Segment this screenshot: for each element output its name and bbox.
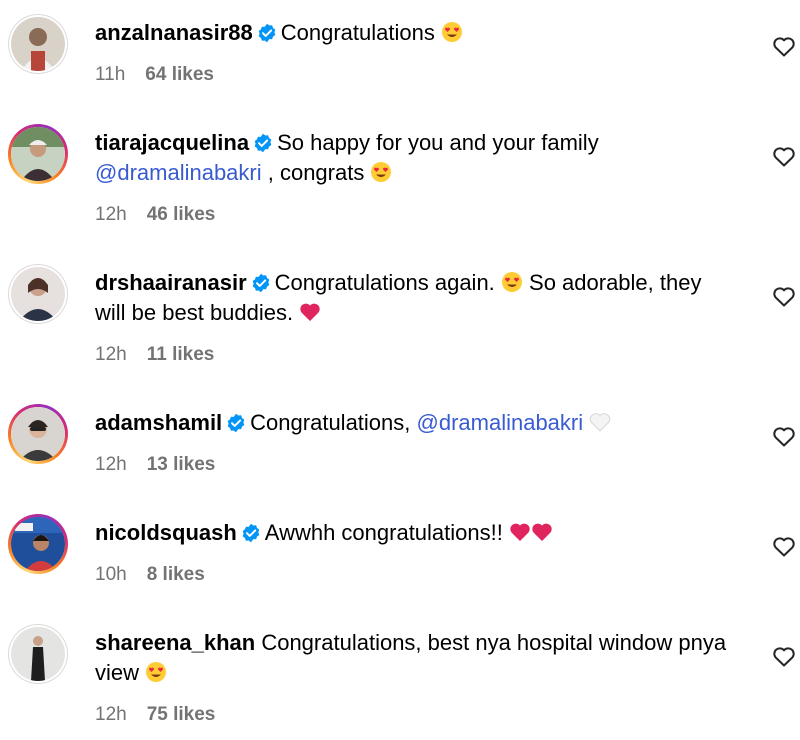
username[interactable]: tiarajacquelina: [95, 130, 249, 155]
like-button[interactable]: [772, 35, 796, 57]
avatar[interactable]: [8, 14, 68, 74]
like-button[interactable]: [772, 285, 796, 307]
heart-outline-icon: [773, 537, 795, 557]
username[interactable]: anzalnanasir88: [95, 20, 253, 45]
likes-count[interactable]: 11 likes: [147, 344, 215, 365]
comment-body: Congratulations,: [250, 410, 417, 435]
verified-badge-icon: [257, 23, 277, 43]
comment-meta: 12h 13 likes: [95, 454, 215, 476]
avatar-image: [11, 407, 65, 461]
red-heart-emoji-icon: [299, 301, 321, 323]
comment-body: Congratulations again.: [274, 270, 501, 295]
avatar-image: [11, 517, 65, 571]
red-heart-emoji-icon: [531, 521, 553, 543]
timestamp[interactable]: 12h: [95, 704, 127, 725]
comment-item: anzalnanasir88 Congratulations 11h 64 like…: [0, 14, 800, 124]
like-button[interactable]: [772, 145, 796, 167]
heart-eyes-emoji-icon: [370, 161, 392, 183]
comment-text: drshaairanasir Congratulations again. So …: [95, 268, 735, 328]
avatar[interactable]: [8, 264, 68, 324]
comment-item: shareena_khan Congratulations, best nya …: [0, 624, 800, 734]
comment-body: Awwhh congratulations!!: [264, 520, 509, 545]
username[interactable]: drshaairanasir: [95, 270, 247, 295]
white-heart-emoji-icon: [589, 411, 611, 433]
likes-count[interactable]: 8 likes: [147, 564, 205, 585]
mention-link[interactable]: @dramalinabakri: [417, 410, 584, 435]
verified-badge-icon: [226, 413, 246, 433]
comment-meta: 12h 11 likes: [95, 344, 214, 366]
verified-badge-icon: [241, 523, 261, 543]
red-heart-emoji-icon: [509, 521, 531, 543]
likes-count[interactable]: 75 likes: [147, 704, 216, 725]
likes-count[interactable]: 46 likes: [147, 204, 216, 225]
heart-outline-icon: [773, 647, 795, 667]
heart-outline-icon: [773, 427, 795, 447]
timestamp[interactable]: 12h: [95, 344, 127, 365]
like-button[interactable]: [772, 645, 796, 667]
mention-link[interactable]: @dramalinabakri: [95, 160, 262, 185]
likes-count[interactable]: 13 likes: [147, 454, 216, 475]
comment-body: Congratulations: [280, 20, 441, 45]
username[interactable]: nicoldsquash: [95, 520, 237, 545]
avatar-image: [11, 627, 65, 681]
comment-meta: 10h 8 likes: [95, 564, 205, 586]
comment-body: So happy for you and your family: [277, 130, 599, 155]
avatar-with-story-ring[interactable]: [8, 514, 68, 574]
heart-eyes-emoji-icon: [441, 21, 463, 43]
comment-text: adamshamil Congratulations, @dramalinabak…: [95, 408, 735, 438]
avatar[interactable]: [8, 624, 68, 684]
avatar-image: [11, 127, 65, 181]
heart-eyes-emoji-icon: [501, 271, 523, 293]
comment-item: drshaairanasir Congratulations again. So …: [0, 264, 800, 374]
comment-text: shareena_khan Congratulations, best nya …: [95, 628, 735, 688]
heart-outline-icon: [773, 147, 795, 167]
comment-item: adamshamil Congratulations, @dramalinabak…: [0, 404, 800, 514]
verified-badge-icon: [251, 273, 271, 293]
heart-outline-icon: [773, 37, 795, 57]
verified-badge-icon: [253, 133, 273, 153]
comments-list: anzalnanasir88 Congratulations 11h 64 like…: [0, 0, 800, 740]
comment-meta: 11h 64 likes: [95, 64, 214, 86]
comment-item: tiarajacquelina So happy for you and your…: [0, 124, 800, 234]
timestamp[interactable]: 11h: [95, 64, 125, 85]
comment-meta: 12h 75 likes: [95, 704, 215, 726]
comment-meta: 12h 46 likes: [95, 204, 215, 226]
avatar-with-story-ring[interactable]: [8, 404, 68, 464]
timestamp[interactable]: 12h: [95, 454, 127, 475]
comment-body-cont: , congrats: [261, 160, 371, 185]
comment-item: nicoldsquash Awwhh congratulations!! 10h 8…: [0, 514, 800, 624]
username[interactable]: adamshamil: [95, 410, 222, 435]
heart-eyes-emoji-icon: [145, 661, 167, 683]
heart-outline-icon: [773, 287, 795, 307]
comment-text: nicoldsquash Awwhh congratulations!!: [95, 518, 735, 548]
timestamp[interactable]: 12h: [95, 204, 127, 225]
comment-text: tiarajacquelina So happy for you and your…: [95, 128, 735, 188]
likes-count[interactable]: 64 likes: [145, 64, 214, 85]
comment-text: anzalnanasir88 Congratulations: [95, 18, 735, 48]
like-button[interactable]: [772, 535, 796, 557]
avatar-image: [11, 267, 65, 321]
avatar-image: [11, 17, 65, 71]
avatar-with-story-ring[interactable]: [8, 124, 68, 184]
timestamp[interactable]: 10h: [95, 564, 127, 585]
username[interactable]: shareena_khan: [95, 630, 255, 655]
like-button[interactable]: [772, 425, 796, 447]
